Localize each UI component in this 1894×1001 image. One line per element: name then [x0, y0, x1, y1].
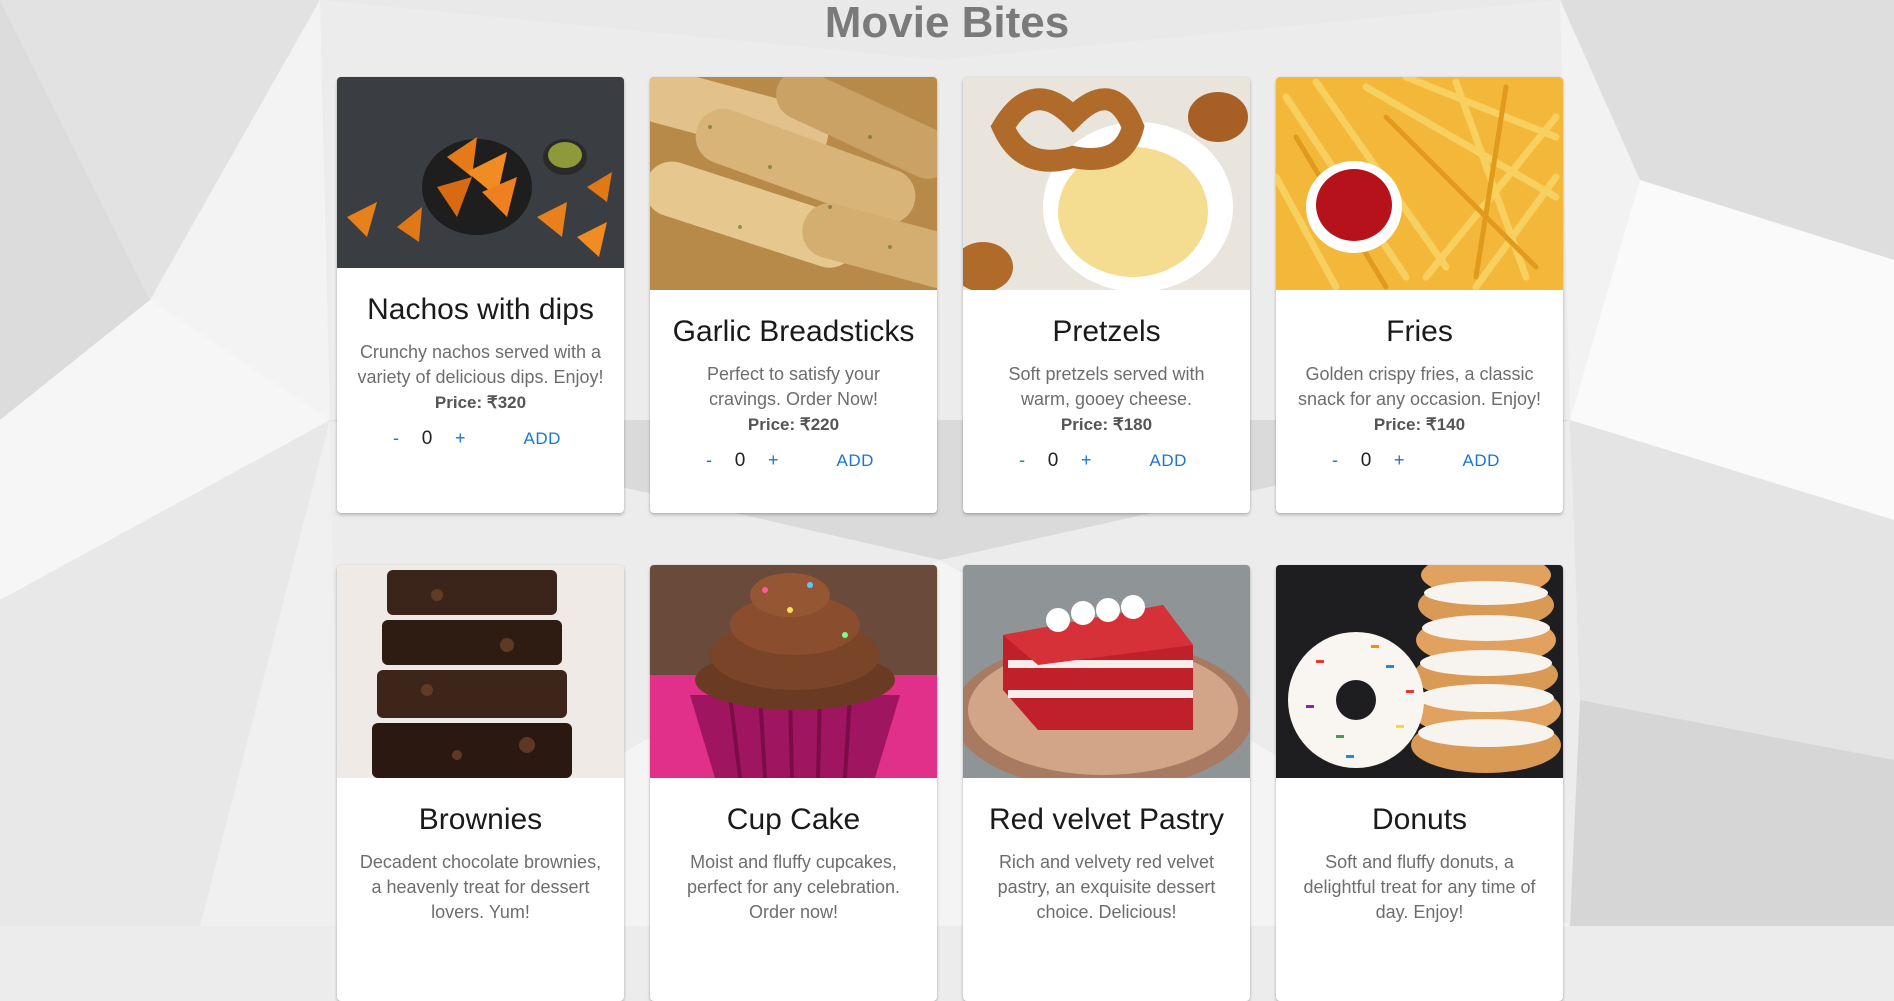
item-description: Crunchy nachos served with a variety of … — [357, 342, 604, 387]
increase-button[interactable]: + — [1073, 446, 1100, 475]
quantity-value: 0 — [421, 427, 433, 449]
quantity-controls: - 0 + ADD — [1276, 446, 1563, 475]
nachos-image — [337, 77, 624, 268]
increase-button[interactable]: + — [447, 424, 474, 453]
cupcake-image — [650, 565, 937, 778]
pastry-image — [963, 565, 1250, 778]
menu-card-garlic-breadsticks: Garlic Breadsticks Perfect to satisfy yo… — [650, 77, 937, 513]
item-name: Garlic Breadsticks — [672, 315, 915, 348]
quantity-controls: - 0 + ADD — [963, 446, 1250, 475]
menu-grid: Nachos with dips Crunchy nachos served w… — [337, 77, 1564, 1001]
decrease-button[interactable]: - — [698, 446, 720, 475]
menu-card-nachos: Nachos with dips Crunchy nachos served w… — [337, 77, 624, 513]
breadsticks-image — [650, 77, 937, 290]
menu-card-donuts: Donuts Soft and fluffy donuts, a delight… — [1276, 565, 1563, 1001]
page: Movie Bites Nachos with dips Crunchy nac… — [0, 0, 1894, 1001]
add-button[interactable]: ADD — [1142, 447, 1195, 475]
add-button[interactable]: ADD — [829, 447, 882, 475]
menu-card-cup-cake: Cup Cake Moist and fluffy cupcakes, perf… — [650, 565, 937, 1001]
item-description: Decadent chocolate brownies, a heavenly … — [359, 852, 602, 922]
increase-button[interactable]: + — [1386, 446, 1413, 475]
decrease-button[interactable]: - — [1011, 446, 1033, 475]
quantity-controls: - 0 + ADD — [337, 424, 624, 453]
menu-card-pretzels: Pretzels Soft pretzels served with warm,… — [963, 77, 1250, 513]
item-description: Perfect to satisfy your cravings. Order … — [706, 364, 881, 409]
item-name: Red velvet Pastry — [988, 803, 1225, 836]
item-price: Price: ₹180 — [1060, 415, 1153, 434]
item-price: Price: ₹140 — [1373, 415, 1466, 434]
quantity-controls: - 0 + ADD — [650, 446, 937, 475]
donuts-image — [1276, 565, 1563, 778]
item-price: Price: ₹320 — [434, 393, 527, 412]
decrease-button[interactable]: - — [1324, 446, 1346, 475]
item-name: Fries — [1386, 315, 1453, 348]
increase-button[interactable]: + — [760, 446, 787, 475]
quantity-value: 0 — [1047, 449, 1059, 471]
menu-card-brownies: Brownies Decadent chocolate brownies, a … — [337, 565, 624, 1001]
add-button[interactable]: ADD — [516, 425, 569, 453]
add-button[interactable]: ADD — [1455, 447, 1508, 475]
item-name: Cup Cake — [726, 803, 861, 836]
pretzel-image — [963, 77, 1250, 290]
quantity-value: 0 — [734, 449, 746, 471]
menu-card-red-velvet-pastry: Red velvet Pastry Rich and velvety red v… — [963, 565, 1250, 1001]
decrease-button[interactable]: - — [385, 424, 407, 453]
item-description: Golden crispy fries, a classic snack for… — [1297, 364, 1542, 409]
menu-card-fries: Fries Golden crispy fries, a classic sna… — [1276, 77, 1563, 513]
item-name: Donuts — [1371, 803, 1468, 836]
brownies-image — [337, 565, 624, 778]
item-name: Pretzels — [1052, 315, 1161, 348]
item-name: Nachos with dips — [367, 293, 594, 326]
quantity-value: 0 — [1360, 449, 1372, 471]
item-name: Brownies — [418, 803, 543, 836]
page-title: Movie Bites — [824, 0, 1070, 47]
item-description: Moist and fluffy cupcakes, perfect for a… — [686, 852, 901, 922]
item-description: Rich and velvety red velvet pastry, an e… — [997, 852, 1216, 922]
item-description: Soft pretzels served with warm, gooey ch… — [1008, 364, 1205, 409]
fries-image — [1276, 77, 1563, 290]
item-price: Price: ₹220 — [747, 415, 840, 434]
item-description: Soft and fluffy donuts, a delightful tre… — [1303, 852, 1536, 922]
